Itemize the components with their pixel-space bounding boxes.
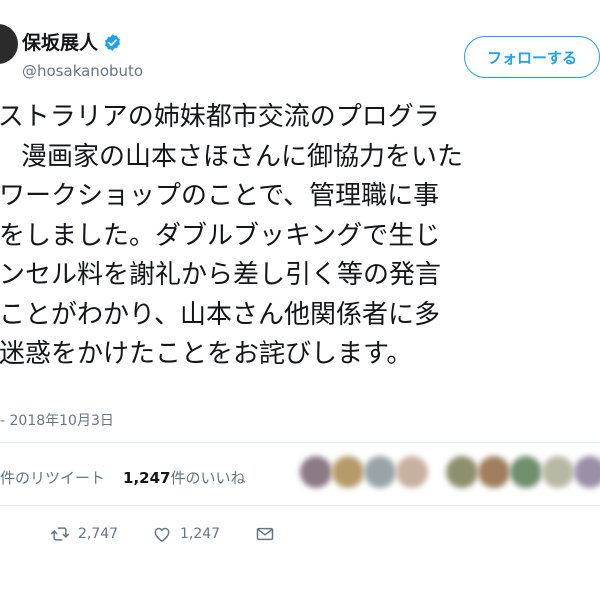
user-header[interactable]: 保坂展人 bbox=[22, 28, 122, 55]
user-handle[interactable]: @hosakanobuto bbox=[22, 62, 143, 80]
tweet-line: 認をしました。ダブルブッキングで生じ bbox=[0, 220, 441, 251]
likes-stat[interactable]: 件のいいね bbox=[170, 469, 245, 487]
liker-avatar[interactable] bbox=[478, 456, 510, 488]
retweets-stat[interactable]: 件のリツイート bbox=[0, 469, 105, 487]
avatar[interactable] bbox=[0, 24, 18, 64]
tweet-line: ーストラリアの姉妹都市交流のプログラ bbox=[0, 102, 440, 132]
tweet-text: ーストラリアの姉妹都市交流のプログラ 漫画家の山本さほさんに御協力をいた たワー… bbox=[0, 98, 600, 375]
liker-avatar[interactable] bbox=[542, 456, 574, 488]
liker-avatar[interactable] bbox=[300, 456, 332, 488]
retweet-icon bbox=[50, 527, 70, 541]
liker-avatar[interactable] bbox=[446, 456, 478, 488]
display-name[interactable]: 保坂展人 bbox=[22, 32, 98, 54]
verified-badge-icon bbox=[104, 34, 121, 51]
tweet-actions: 2,747 1,247 bbox=[0, 524, 600, 550]
like-icon bbox=[154, 527, 170, 542]
like-count: 1,247 bbox=[180, 526, 221, 542]
tweet-timestamp[interactable]: - 2018年10月3日 bbox=[0, 410, 114, 430]
retweet-button[interactable]: 2,747 bbox=[50, 524, 118, 544]
direct-message-icon bbox=[256, 527, 274, 541]
liker-avatar[interactable] bbox=[574, 456, 600, 488]
liker-avatar[interactable] bbox=[396, 456, 428, 488]
tweet-line: たことがわかり、山本さん他関係者に多 bbox=[0, 299, 440, 330]
divider bbox=[0, 442, 600, 443]
tweet-line: ご迷惑をかけたことをお詫びします。 bbox=[0, 339, 413, 369]
tweet-line: たワークショップのことで、管理職に事 bbox=[0, 181, 440, 211]
follow-button[interactable]: フォローする bbox=[464, 36, 600, 78]
like-button[interactable]: 1,247 bbox=[152, 524, 220, 544]
engagement-stats: 件のリツイート 1,247件のいいね bbox=[0, 467, 245, 488]
liker-avatar[interactable] bbox=[364, 456, 396, 488]
retweet-count: 2,747 bbox=[78, 526, 119, 542]
liker-avatar[interactable] bbox=[332, 456, 364, 488]
divider bbox=[0, 505, 600, 506]
tweet-line: 漫画家の山本さほさんに御協力をいた bbox=[21, 141, 464, 172]
likes-count[interactable]: 1,247 bbox=[123, 469, 170, 487]
direct-message-button[interactable] bbox=[255, 524, 275, 544]
liker-avatar[interactable] bbox=[510, 456, 542, 488]
tweet-line: ャンセル料を謝礼から差し引く等の発言 bbox=[0, 260, 442, 290]
